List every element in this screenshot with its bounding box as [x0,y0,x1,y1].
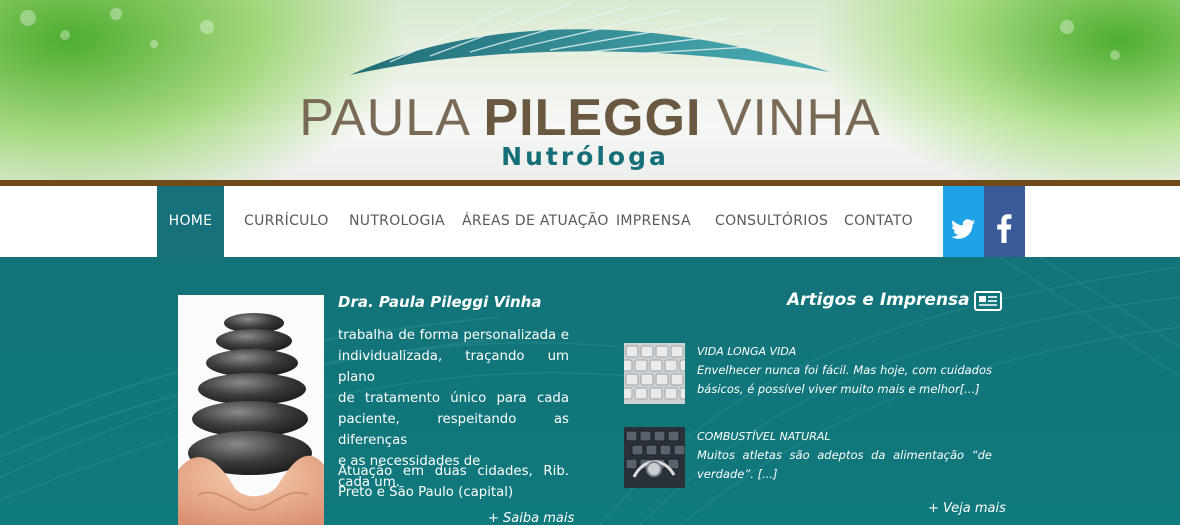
facebook-button[interactable] [984,186,1025,266]
nav-item-consultorios[interactable]: CONSULTÓRIOS [715,186,828,257]
logo-first-name: PAULA [299,89,469,147]
header-banner: PAULA PILEGGI VINHA Nutróloga [0,0,1180,181]
about-line: trabalha de forma personalizada e [338,328,569,343]
facebook-icon [997,214,1012,243]
about-line: individualizada, traçando um plano [338,349,569,385]
twitter-button[interactable] [943,186,984,266]
article-summary: Envelhecer nunca foi fácil. Mas hoje, co… [697,361,992,399]
about-line: paciente, respeitando as diferenças [338,412,569,448]
logo-leaf-graphic [350,3,830,75]
nav-item-imprensa[interactable]: IMPRENSA [616,186,691,257]
article-headline[interactable]: VIDA LONGA VIDA [697,345,796,358]
article-thumbnail-stethoscope[interactable] [624,427,685,488]
nav-item-areas-de-atuacao[interactable]: ÁREAS DE ATUAÇÃO [462,186,609,257]
article-summary-line: Envelhecer nunca foi fácil. Mas hoje, co… [697,363,992,377]
doctor-name-heading: Dra. Paula Pileggi Vinha [338,293,542,311]
nav-item-contato[interactable]: CONTATO [844,186,913,257]
article-headline[interactable]: COMBUSTÍVEL NATURAL [697,430,831,443]
saiba-mais-link[interactable]: + Saiba mais [488,511,574,525]
about-line: Atuação em duas cidades, Rib. [338,464,569,479]
article-summary-line: Muitos atletas são adeptos da alimentaçã… [697,448,992,462]
about-line: Preto e São Paulo (capital) [338,485,514,500]
about-line: de tratamento único para cada [338,391,569,406]
logo-last-name: VINHA [716,89,881,147]
main-content: Dra. Paula Pileggi Vinha trabalha de for… [0,257,1180,525]
article-thumbnail-keyboard[interactable] [624,343,685,404]
articles-heading: Artigos e Imprensa [787,290,970,310]
stones-photo [178,295,324,525]
background-pattern [0,257,1180,525]
nav-item-nutrologia[interactable]: NUTROLOGIA [349,186,445,257]
about-paragraph-2: Atuação em duas cidades, Rib. Preto e Sã… [338,461,569,503]
article-summary-line: verdade”. [...] [697,467,778,481]
nav-item-curriculo[interactable]: CURRÍCULO [244,186,329,257]
logo-wordmark[interactable]: PAULA PILEGGI VINHA [0,88,1180,148]
article-summary: Muitos atletas são adeptos da alimentaçã… [697,446,992,484]
article-summary-line: básicos, é possível viver muito mais e m… [697,382,980,396]
logo-subtitle: Nutróloga [501,142,669,171]
newspaper-icon [974,291,1002,311]
twitter-icon [951,219,975,239]
nav-item-home[interactable]: HOME [157,186,224,257]
veja-mais-link[interactable]: + Veja mais [928,501,1006,516]
logo-middle-name: PILEGGI [483,89,702,147]
